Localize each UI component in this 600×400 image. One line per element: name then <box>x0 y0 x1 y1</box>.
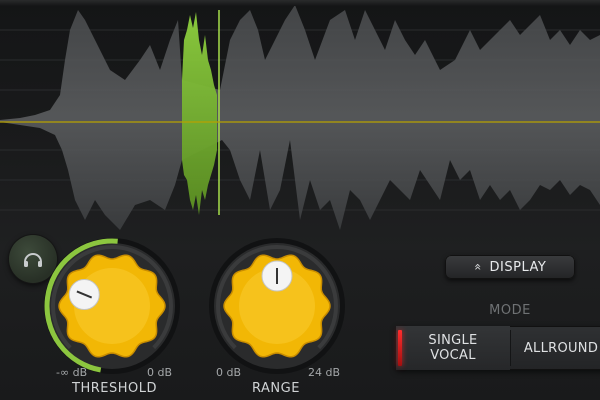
mode-label: MODE <box>489 303 531 318</box>
mode-single-vocal-button[interactable]: SINGLE VOCAL <box>396 326 510 370</box>
waveform-svg <box>0 5 600 230</box>
waveform-signal <box>0 5 600 230</box>
display-button[interactable]: « DISPLAY <box>445 255 575 279</box>
mode-allround-label: ALLROUND <box>523 340 599 356</box>
display-top-edge <box>0 0 600 6</box>
range-label: RANGE <box>252 381 300 396</box>
mode-single-line2: VOCAL <box>430 348 476 363</box>
threshold-min-label: -∞ dB <box>56 366 88 379</box>
mode-single-line1: SINGLE <box>428 333 478 348</box>
headphones-icon <box>24 253 42 267</box>
display-button-label: DISPLAY <box>489 259 547 275</box>
chevron-up-icon: « <box>470 263 485 271</box>
mode-selector: SINGLE VOCAL ALLROUND <box>396 326 600 370</box>
threshold-label: THRESHOLD <box>72 381 157 396</box>
threshold-max-label: 0 dB <box>147 366 173 379</box>
threshold-knob-graphic <box>44 238 180 374</box>
range-knob-graphic <box>209 238 345 374</box>
range-min-label: 0 dB <box>216 366 242 379</box>
threshold-knob[interactable] <box>42 236 182 376</box>
mode-allround-button[interactable]: ALLROUND <box>511 326 600 370</box>
range-max-label: 24 dB <box>308 366 341 379</box>
waveform-display <box>0 0 600 250</box>
plugin-window: -∞ dB 0 dB THRESHOLD 0 dB 24 dB RANGE « … <box>0 0 600 400</box>
range-knob[interactable] <box>207 236 347 376</box>
waveform-active-segment <box>182 12 217 215</box>
mode-single-vocal-label: SINGLE VOCAL <box>428 333 477 363</box>
